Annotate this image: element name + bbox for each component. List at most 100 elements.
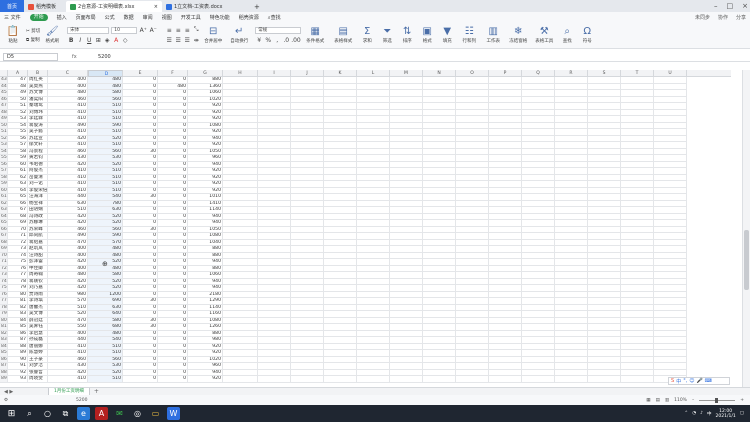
close-icon[interactable]: × (154, 4, 158, 10)
number-format-select[interactable]: 常规 (255, 26, 302, 34)
cell[interactable] (588, 376, 621, 383)
column-header[interactable]: D (88, 70, 123, 77)
cell[interactable] (390, 376, 423, 383)
column-header[interactable]: P (489, 70, 522, 77)
cell[interactable]: 510 (88, 376, 123, 383)
ime-mic-icon[interactable]: 🎤 (697, 378, 703, 384)
column-header[interactable]: L (357, 70, 390, 77)
cell[interactable]: 0 (123, 376, 158, 383)
increase-font-icon[interactable]: A⁺ (139, 27, 147, 34)
cell[interactable] (489, 376, 522, 383)
column-header[interactable]: F (158, 70, 188, 77)
format-painter-button[interactable]: 🖌 格式刷 (40, 23, 64, 47)
row-col-button[interactable]: ☷ 行和列 (457, 23, 481, 47)
decimal-add-icon[interactable]: .0 (282, 37, 290, 44)
filter-button[interactable]: ⏷ 筛选 (377, 23, 397, 47)
menu-formula[interactable]: 公式 (105, 14, 115, 21)
menu-insert[interactable]: 插入 (57, 14, 67, 21)
decimal-remove-icon[interactable]: .00 (291, 37, 301, 44)
menu-page-layout[interactable]: 页面布局 (76, 14, 96, 21)
windows-start-icon[interactable]: ⊞ (5, 407, 18, 420)
menu-developer[interactable]: 开发工具 (181, 14, 201, 21)
decrease-font-icon[interactable]: A⁻ (149, 27, 157, 34)
corner-cell[interactable] (0, 70, 8, 77)
border-icon[interactable]: ⊞ (94, 37, 102, 44)
fill-color-icon[interactable]: ◈ (103, 37, 111, 44)
copy-button[interactable]: ⧉ 复制 (26, 37, 40, 43)
fill-button[interactable]: ▼ 填充 (437, 23, 457, 47)
column-header[interactable]: K (324, 70, 357, 77)
column-header[interactable]: B (28, 70, 48, 77)
tab-docx[interactable]: 1立文档-工资表.docx (162, 1, 250, 12)
column-header[interactable]: I (258, 70, 291, 77)
status-settings-icon[interactable]: ⚙ (4, 398, 8, 403)
menu-special[interactable]: 特色功能 (210, 14, 230, 21)
tab-xlsx[interactable]: 2合意源-工资明细表.xlsx × (66, 1, 162, 12)
share-button[interactable]: 分享 (736, 14, 746, 21)
network-icon[interactable]: ◔ (692, 411, 696, 416)
cell[interactable] (258, 376, 291, 383)
column-header[interactable]: E (123, 70, 158, 77)
currency-icon[interactable]: ¥ (255, 37, 263, 44)
ime-emoji-icon[interactable]: ☺ (689, 378, 694, 384)
close-window-icon[interactable]: × (742, 2, 748, 10)
align-center-icon[interactable]: ☰ (174, 37, 182, 44)
sum-button[interactable]: Σ 求和 (357, 23, 377, 47)
vertical-scrollbar[interactable] (742, 70, 750, 387)
cell[interactable] (456, 376, 489, 383)
cell[interactable]: 周晓雯 (28, 376, 48, 383)
collab-button[interactable]: 协作 (718, 14, 728, 21)
column-header[interactable]: O (456, 70, 489, 77)
add-sheet-icon[interactable]: + (94, 388, 99, 395)
font-size-select[interactable]: 10 (111, 26, 138, 34)
notification-icon[interactable]: ▢ (740, 411, 744, 416)
cell[interactable]: 0 (158, 376, 188, 383)
align-top-icon[interactable]: ≡ (165, 27, 173, 34)
zoom-out-icon[interactable]: – (692, 398, 694, 403)
cell[interactable] (522, 376, 555, 383)
worksheet-button[interactable]: ▥ 工作表 (481, 23, 505, 47)
search-icon[interactable]: ⌕ (23, 407, 36, 420)
menu-view[interactable]: 视图 (162, 14, 172, 21)
menu-file[interactable]: 三 文件 (4, 14, 21, 21)
merge-center-button[interactable]: ⊟ 合并居中 (200, 23, 226, 47)
search-button[interactable]: ⌕查找 (268, 14, 281, 21)
menu-review[interactable]: 审阅 (143, 14, 153, 21)
orientation-icon[interactable]: ⤡ (192, 26, 200, 34)
cortana-icon[interactable]: ○ (41, 407, 54, 420)
cell[interactable]: 410 (48, 376, 88, 383)
font-select[interactable]: 宋体 (67, 26, 110, 34)
fx-icon[interactable]: fx (72, 54, 92, 60)
clock[interactable]: 12:00 2021/1/1 (716, 409, 736, 419)
maximize-icon[interactable]: □ (727, 2, 734, 10)
cell[interactable] (555, 376, 588, 383)
file-explorer-icon[interactable]: ▭ (149, 407, 162, 420)
column-header[interactable]: J (291, 70, 324, 77)
percent-icon[interactable]: % (264, 37, 272, 44)
column-header[interactable]: T (621, 70, 654, 77)
align-left-icon[interactable]: ☰ (165, 37, 173, 44)
font-color-icon[interactable]: A (112, 37, 120, 44)
sheet-nav-icon[interactable]: ◀ ▶ (4, 389, 13, 395)
column-header[interactable]: R (555, 70, 588, 77)
view-break-icon[interactable]: ▥ (665, 398, 669, 403)
pdf-app-icon[interactable]: A (95, 407, 108, 420)
edge-icon[interactable]: e (77, 407, 90, 420)
underline-icon[interactable]: U (85, 37, 93, 44)
thousands-icon[interactable]: , (273, 37, 281, 44)
cell[interactable] (223, 376, 258, 383)
find-button[interactable]: ⌕ 查找 (557, 23, 577, 47)
input-lang[interactable]: 中 (707, 411, 712, 417)
minimize-icon[interactable]: – (714, 2, 718, 10)
name-box[interactable]: D5 (3, 52, 58, 61)
spreadsheet-grid[interactable]: ABCDEFGHIJKLMNOPQRSTU 43 47 周红英 400 480 0 0 880… (0, 70, 731, 387)
paste-button[interactable]: 📋 粘贴 (3, 23, 23, 47)
menu-home[interactable]: 开始 (29, 13, 48, 21)
zoom-level[interactable]: 110% (674, 398, 687, 403)
menu-resources[interactable]: 稻壳资源 (239, 14, 259, 21)
row-number[interactable]: 89 (0, 376, 8, 383)
table-style-button[interactable]: ▤ 表格样式 (329, 23, 357, 47)
wrap-text-button[interactable]: ↵ 自动换行 (226, 23, 252, 47)
wechat-icon[interactable]: ✉ (113, 407, 126, 420)
sort-button[interactable]: ⇅ 排序 (397, 23, 417, 47)
